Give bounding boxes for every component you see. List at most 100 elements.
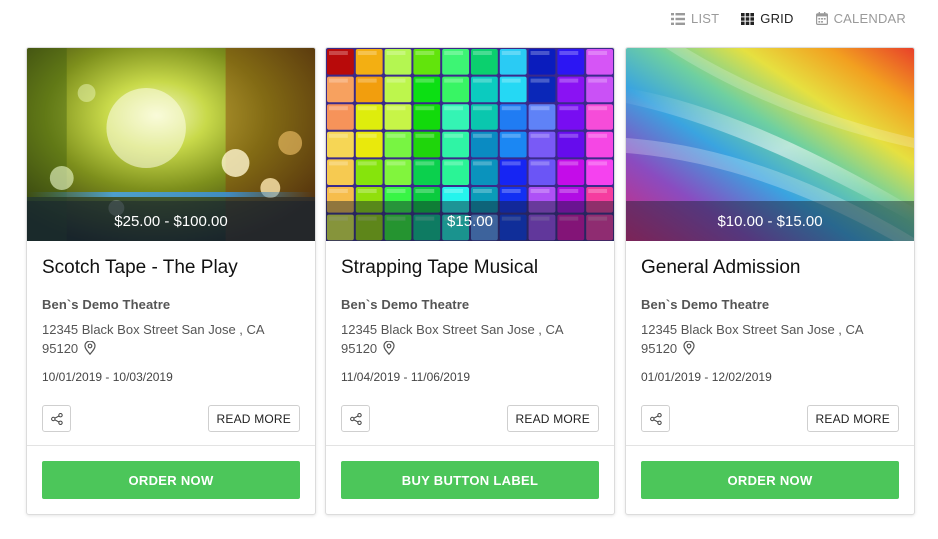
event-dates: 11/04/2019 - 11/06/2019 bbox=[341, 370, 470, 384]
cube-highlight bbox=[472, 189, 492, 193]
cube-highlight bbox=[328, 106, 348, 111]
cube-highlight bbox=[328, 51, 348, 55]
read-more-button[interactable]: READ MORE bbox=[207, 405, 300, 432]
cube-highlight bbox=[444, 133, 464, 138]
venue-address: 12345 Black Box Street San Jose , CA 951… bbox=[42, 320, 300, 358]
address-line1: 12345 Black Box Street San Jose , CA bbox=[341, 322, 564, 337]
map-pin-icon[interactable] bbox=[383, 341, 395, 355]
cube-highlight bbox=[415, 133, 435, 138]
cube-highlight bbox=[386, 189, 406, 193]
cube-highlight bbox=[588, 161, 608, 166]
event-image[interactable]: $10.00 - $15.00 bbox=[626, 48, 914, 241]
price-range: $15.00 bbox=[326, 201, 614, 241]
card-divider bbox=[326, 445, 614, 446]
cube-highlight bbox=[357, 106, 377, 111]
price-range: $10.00 - $15.00 bbox=[626, 201, 914, 241]
order-now-button[interactable]: ORDER NOW bbox=[42, 461, 300, 499]
cube-highlight bbox=[530, 78, 550, 83]
event-title[interactable]: General Admission bbox=[641, 255, 899, 285]
zip-code: 95120 bbox=[42, 341, 79, 356]
calendar-view-toggle[interactable]: CALENDAR bbox=[815, 11, 906, 26]
cube-highlight bbox=[530, 189, 550, 193]
cube-highlight bbox=[588, 106, 608, 111]
calendar-view-label: CALENDAR bbox=[833, 11, 906, 26]
event-title[interactable]: Strapping Tape Musical bbox=[341, 255, 599, 285]
grid-view-toggle[interactable]: GRID bbox=[741, 11, 793, 26]
cube-highlight bbox=[501, 51, 521, 55]
calendar-icon bbox=[815, 12, 828, 25]
cube-highlight bbox=[588, 189, 608, 193]
cube-highlight bbox=[588, 78, 608, 83]
cube-highlight bbox=[328, 161, 348, 166]
venue-address: 12345 Black Box Street San Jose , CA 951… bbox=[341, 320, 599, 358]
cube-highlight bbox=[501, 106, 521, 111]
list-icon bbox=[671, 12, 686, 25]
cube-highlight bbox=[357, 189, 377, 193]
cube-highlight bbox=[386, 78, 406, 83]
cube-highlight bbox=[415, 78, 435, 83]
cube-highlight bbox=[415, 189, 435, 193]
cube-highlight bbox=[501, 161, 521, 166]
event-dates: 01/01/2019 - 12/02/2019 bbox=[641, 370, 772, 384]
cube-highlight bbox=[357, 78, 377, 83]
event-card: $15.00 Strapping Tape Musical Ben`s Demo… bbox=[325, 47, 615, 515]
event-image[interactable]: $15.00 bbox=[326, 48, 614, 241]
cube-highlight bbox=[530, 161, 550, 166]
zip-code: 95120 bbox=[641, 341, 678, 356]
grid-view-label: GRID bbox=[760, 11, 794, 26]
cube-highlight bbox=[444, 78, 464, 83]
address-line2: 95120 bbox=[341, 339, 599, 358]
cube-highlight bbox=[559, 51, 579, 55]
cube-highlight bbox=[386, 106, 406, 111]
cube-highlight bbox=[588, 51, 608, 55]
list-view-toggle[interactable]: LIST bbox=[671, 11, 719, 26]
cube-highlight bbox=[328, 189, 348, 193]
zip-code: 95120 bbox=[341, 341, 378, 356]
view-switcher: LIST GRID CALENDAR bbox=[649, 11, 906, 26]
cube-highlight bbox=[501, 78, 521, 83]
cube-highlight bbox=[530, 106, 550, 111]
cube-highlight bbox=[415, 106, 435, 111]
cube-highlight bbox=[328, 78, 348, 83]
venue-address: 12345 Black Box Street San Jose , CA 951… bbox=[641, 320, 899, 358]
share-icon bbox=[50, 412, 63, 425]
map-pin-icon[interactable] bbox=[84, 341, 96, 355]
cube-highlight bbox=[472, 51, 492, 55]
list-view-label: LIST bbox=[691, 11, 720, 26]
cube-highlight bbox=[472, 133, 492, 138]
card-divider bbox=[27, 445, 315, 446]
cube-highlight bbox=[501, 133, 521, 138]
grid-icon bbox=[741, 12, 755, 25]
cube-highlight bbox=[444, 106, 464, 111]
share-button[interactable] bbox=[641, 405, 670, 432]
read-more-button[interactable]: READ MORE bbox=[806, 405, 899, 432]
cube-highlight bbox=[444, 189, 464, 193]
price-range: $25.00 - $100.00 bbox=[27, 201, 315, 241]
venue-name: Ben`s Demo Theatre bbox=[42, 297, 171, 312]
cube-highlight bbox=[588, 133, 608, 138]
cube-highlight bbox=[530, 51, 550, 55]
share-button[interactable] bbox=[42, 405, 71, 432]
address-line2: 95120 bbox=[42, 339, 300, 358]
cube-highlight bbox=[444, 51, 464, 55]
cube-highlight bbox=[501, 189, 521, 193]
share-icon bbox=[649, 412, 662, 425]
order-now-button[interactable]: ORDER NOW bbox=[641, 461, 899, 499]
share-button[interactable] bbox=[341, 405, 370, 432]
cube-highlight bbox=[444, 161, 464, 166]
cube-highlight bbox=[559, 78, 579, 83]
buy-button[interactable]: BUY BUTTON LABEL bbox=[341, 461, 599, 499]
cube-highlight bbox=[472, 78, 492, 83]
cube-highlight bbox=[559, 189, 579, 193]
card-divider bbox=[626, 445, 914, 446]
event-card: $25.00 - $100.00 Scotch Tape - The Play … bbox=[26, 47, 316, 515]
read-more-button[interactable]: READ MORE bbox=[506, 405, 599, 432]
share-icon bbox=[349, 412, 362, 425]
event-image[interactable]: $25.00 - $100.00 bbox=[27, 48, 315, 241]
venue-name: Ben`s Demo Theatre bbox=[341, 297, 470, 312]
cube-highlight bbox=[328, 133, 348, 138]
cube-highlight bbox=[357, 51, 377, 55]
cube-highlight bbox=[415, 51, 435, 55]
event-title[interactable]: Scotch Tape - The Play bbox=[42, 255, 300, 285]
map-pin-icon[interactable] bbox=[683, 341, 695, 355]
